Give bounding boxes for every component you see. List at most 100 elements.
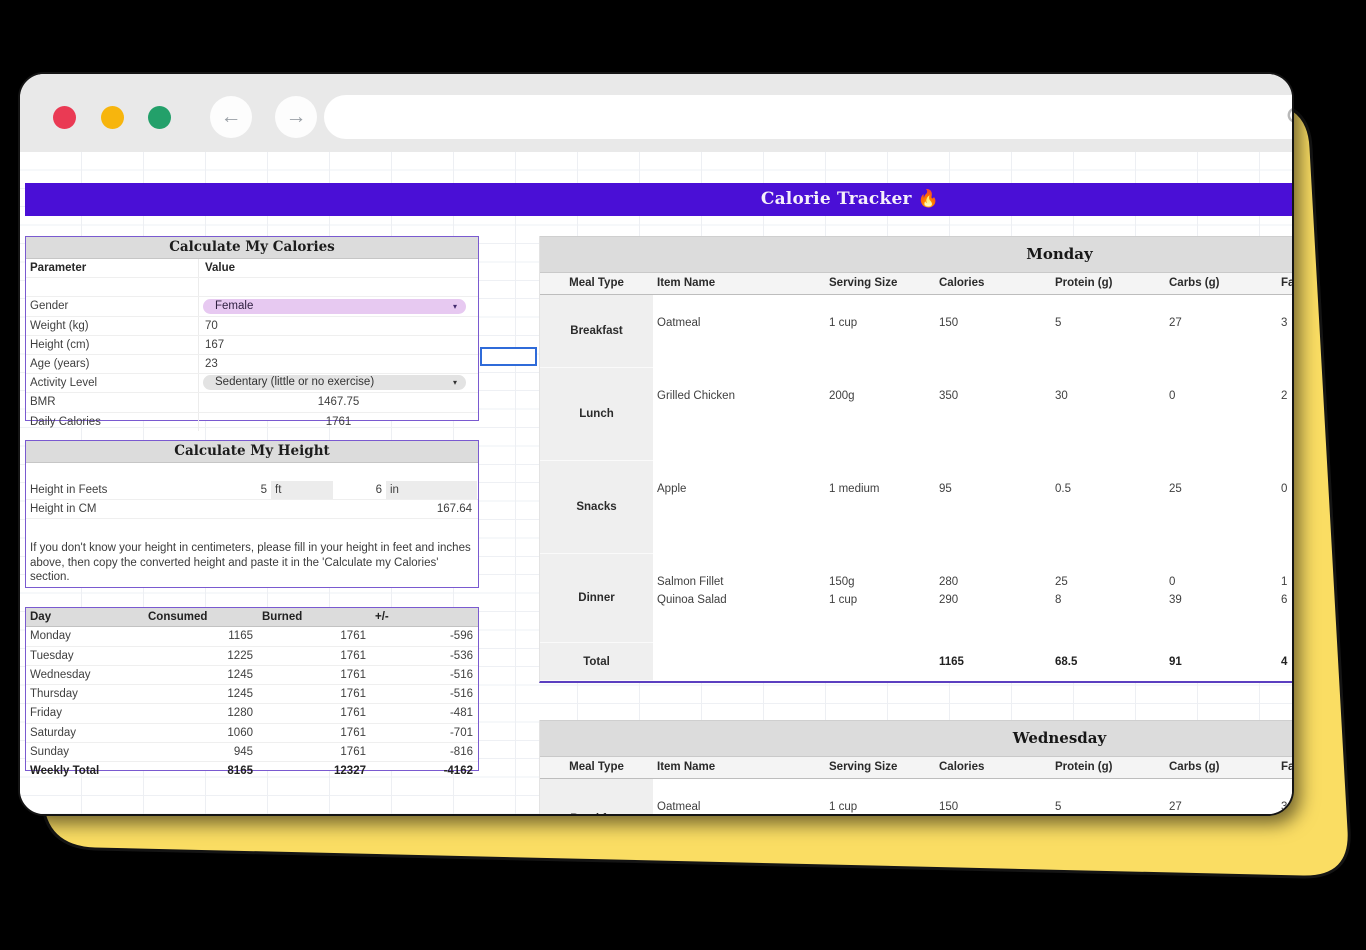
- fats-cell[interactable]: 6: [1281, 591, 1294, 609]
- delta-cell[interactable]: -701: [371, 724, 478, 742]
- calories-cell[interactable]: 350: [939, 387, 1051, 405]
- carbs-cell[interactable]: 0: [1169, 573, 1277, 591]
- carbs-cell[interactable]: 27: [1169, 798, 1277, 816]
- daily-calories-value[interactable]: 1761: [198, 413, 478, 431]
- protein-cell[interactable]: 5: [1055, 314, 1165, 332]
- back-button[interactable]: ←: [210, 96, 252, 138]
- burned-cell[interactable]: 1761: [258, 647, 371, 665]
- day-cell: Wednesday: [26, 666, 144, 684]
- burned-cell[interactable]: 1761: [258, 627, 371, 645]
- item-name-cell[interactable]: Grilled Chicken: [657, 387, 825, 405]
- feet-unit-cell[interactable]: ft: [271, 481, 333, 499]
- height-value[interactable]: 167: [198, 336, 478, 354]
- feet-value[interactable]: 5: [201, 481, 267, 499]
- inches-unit-cell[interactable]: in: [386, 481, 477, 499]
- meal-type-cell[interactable]: Lunch: [540, 368, 653, 461]
- item-name-cell[interactable]: Quinoa Salad: [657, 591, 825, 609]
- carbs-cell[interactable]: 39: [1169, 591, 1277, 609]
- burned-cell[interactable]: 1761: [258, 724, 371, 742]
- meal-type-cell[interactable]: Snacks: [540, 461, 653, 554]
- activity-dropdown[interactable]: Sedentary (little or no exercise) ▾: [203, 375, 466, 390]
- serving-cell[interactable]: 1 cup: [829, 314, 935, 332]
- delta-cell[interactable]: -516: [371, 666, 478, 684]
- chevron-down-icon: ▾: [453, 299, 457, 314]
- total-burned[interactable]: 12327: [258, 762, 371, 780]
- protein-cell[interactable]: 0.5: [1055, 480, 1165, 498]
- delta-cell[interactable]: -816: [371, 743, 478, 761]
- weight-value[interactable]: 70: [198, 317, 478, 335]
- consumed-cell[interactable]: 1225: [144, 647, 258, 665]
- calories-cell[interactable]: 150: [939, 314, 1051, 332]
- fats-cell[interactable]: 3: [1281, 314, 1294, 332]
- cm-value[interactable]: 167.64: [437, 500, 472, 518]
- carbs-cell[interactable]: 25: [1169, 480, 1277, 498]
- delta-cell[interactable]: -516: [371, 685, 478, 703]
- burned-cell[interactable]: 1761: [258, 685, 371, 703]
- carbs-cell[interactable]: 27: [1169, 314, 1277, 332]
- weekly-header-row: Day Consumed Burned +/-: [26, 608, 478, 627]
- serving-cell[interactable]: 1 cup: [829, 798, 935, 816]
- burned-cell[interactable]: 1761: [258, 666, 371, 684]
- weekly-summary-table: Day Consumed Burned +/- Monday 1165 1761…: [25, 607, 479, 771]
- serving-cell[interactable]: 150g: [829, 573, 935, 591]
- bmr-value[interactable]: 1467.75: [198, 393, 478, 411]
- serving-cell[interactable]: 200g: [829, 387, 935, 405]
- delta-cell[interactable]: -481: [371, 704, 478, 722]
- carbs-header: Carbs (g): [1165, 273, 1277, 294]
- calories-cell[interactable]: 95: [939, 480, 1051, 498]
- close-button[interactable]: [53, 106, 76, 129]
- total-delta[interactable]: -4162: [371, 762, 478, 780]
- calories-cell[interactable]: 280: [939, 573, 1051, 591]
- total-fats[interactable]: 4: [1281, 653, 1287, 671]
- delta-cell[interactable]: -536: [371, 647, 478, 665]
- fats-cell[interactable]: 0: [1281, 480, 1294, 498]
- fats-cell[interactable]: 1: [1281, 573, 1294, 591]
- protein-cell[interactable]: 30: [1055, 387, 1165, 405]
- item-name-cell[interactable]: Oatmeal: [657, 798, 825, 816]
- serving-cell[interactable]: 1 cup: [829, 591, 935, 609]
- serving-cell[interactable]: 1 medium: [829, 480, 935, 498]
- consumed-cell[interactable]: 1060: [144, 724, 258, 742]
- item-name-cell[interactable]: Oatmeal: [657, 314, 825, 332]
- meal-type-cell[interactable]: Breakfast: [540, 779, 653, 816]
- minimize-button[interactable]: [101, 106, 124, 129]
- calc-calories-title: Calculate My Calories: [26, 237, 478, 259]
- total-calories[interactable]: 1165: [939, 653, 964, 671]
- activity-value: Sedentary (little or no exercise): [215, 376, 374, 388]
- fats-cell[interactable]: 2: [1281, 387, 1294, 405]
- consumed-cell[interactable]: 1245: [144, 666, 258, 684]
- gender-label: Gender: [26, 297, 198, 315]
- protein-cell[interactable]: 25: [1055, 573, 1165, 591]
- zoom-button[interactable]: [148, 106, 171, 129]
- consumed-cell[interactable]: 945: [144, 743, 258, 761]
- selected-cell[interactable]: [480, 347, 537, 366]
- forward-button[interactable]: →: [275, 96, 317, 138]
- protein-header: Protein (g): [1051, 757, 1165, 778]
- total-carbs[interactable]: 91: [1169, 653, 1182, 671]
- consumed-cell[interactable]: 1280: [144, 704, 258, 722]
- item-name-cell[interactable]: Apple: [657, 480, 825, 498]
- consumed-cell[interactable]: 1245: [144, 685, 258, 703]
- calories-cell[interactable]: 150: [939, 798, 1051, 816]
- delta-cell[interactable]: -596: [371, 627, 478, 645]
- meal-type-cell[interactable]: Dinner: [540, 554, 653, 643]
- carbs-cell[interactable]: 0: [1169, 387, 1277, 405]
- age-value[interactable]: 23: [198, 355, 478, 373]
- protein-cell[interactable]: 5: [1055, 798, 1165, 816]
- total-consumed[interactable]: 8165: [144, 762, 258, 780]
- burned-cell[interactable]: 1761: [258, 743, 371, 761]
- inches-value[interactable]: 6: [331, 481, 382, 499]
- weekly-total-row: Weekly Total 8165 12327 -4162: [26, 762, 478, 780]
- calories-cell[interactable]: 290: [939, 591, 1051, 609]
- flame-icon: 🔥: [918, 189, 939, 209]
- consumed-cell[interactable]: 1165: [144, 627, 258, 645]
- meal-type-cell[interactable]: Breakfast: [540, 295, 653, 368]
- gender-dropdown[interactable]: Female ▾: [203, 299, 466, 314]
- url-bar[interactable]: [324, 95, 1294, 139]
- item-name-cell[interactable]: Salmon Fillet: [657, 573, 825, 591]
- burned-cell[interactable]: 1761: [258, 704, 371, 722]
- search-icon[interactable]: [1286, 106, 1294, 128]
- table-row: Age (years) 23: [26, 355, 478, 374]
- total-protein[interactable]: 68.5: [1055, 653, 1077, 671]
- protein-cell[interactable]: 8: [1055, 591, 1165, 609]
